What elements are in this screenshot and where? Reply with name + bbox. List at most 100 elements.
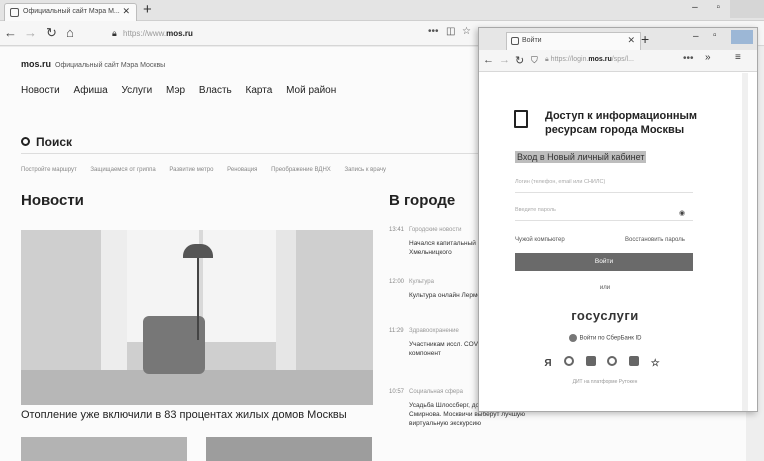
close-window-button[interactable] [730, 0, 764, 18]
google-icon[interactable] [564, 356, 575, 366]
quick-link-renovation[interactable]: Реновация [227, 167, 257, 173]
sber-label: Войти по СберБанк ID [579, 335, 642, 342]
lock-icon: 🔒︎ [112, 28, 117, 38]
odnoklassniki-icon[interactable] [607, 356, 618, 366]
hamburger-menu-icon[interactable]: ≡ [735, 52, 741, 63]
feed-category: Культура [409, 279, 434, 285]
sber-id-login-button[interactable]: Войти по СберБанк ID [479, 334, 731, 342]
photo-armchair [143, 316, 205, 374]
gosuslugi-login-button[interactable]: госуслуги [479, 308, 731, 323]
bookmark-star-icon[interactable]: ☆ [462, 26, 471, 37]
feed-category: Социальная сфера [409, 389, 463, 395]
new-tab-button[interactable]: + [143, 1, 152, 18]
reload-icon[interactable]: ↻ [46, 25, 57, 41]
news-heading: Новости [21, 192, 84, 209]
popup-scrollbar[interactable] [742, 73, 748, 411]
home-icon[interactable]: ⌂ [66, 25, 74, 40]
menu-item-mayor[interactable]: Мэр [166, 85, 185, 96]
feed-time: 13:41 [389, 227, 405, 233]
search-label: Поиск [36, 135, 73, 149]
menu-item-news[interactable]: Новости [21, 85, 60, 96]
window-controls[interactable]: – ▫ [692, 2, 728, 13]
tab-title: Официальный сайт Мэра М... [23, 8, 120, 15]
new-tab-button[interactable]: + [641, 31, 649, 47]
main-menu: Новости Афиша Услуги Мэр Власть Карта Мо… [21, 85, 347, 96]
menu-item-power[interactable]: Власть [199, 85, 232, 96]
alien-computer-checkbox[interactable]: Чужой компьютер [515, 237, 565, 243]
restore-password-link[interactable]: Восстановить пароль [625, 237, 685, 243]
quick-link-metro[interactable]: Развитие метро [169, 167, 213, 173]
quick-link-route[interactable]: Постройте маршрут [21, 167, 77, 173]
overflow-chevron-icon[interactable]: » [705, 52, 711, 63]
menu-item-services[interactable]: Услуги [121, 85, 152, 96]
forward-arrow-icon[interactable]: → [24, 25, 37, 40]
menu-item-afisha[interactable]: Афиша [74, 85, 108, 96]
photo-lamp-shade [183, 244, 213, 258]
back-arrow-icon[interactable]: ← [4, 25, 17, 40]
url-prefix: https://www. [123, 29, 167, 38]
news-caption[interactable]: Отопление уже включили в 83 процентах жи… [21, 409, 347, 421]
feed-time: 11:29 [389, 328, 404, 334]
popup-address-bar[interactable]: 🔒︎ https://login.mos.ru/sps/l... [545, 56, 634, 64]
password-placeholder: Введите пароль [515, 207, 556, 213]
login-form: Доступ к информационным ресурсам города … [479, 73, 757, 411]
tab-bar: Официальный сайт Мэра М... ✕ + – ▫ [0, 0, 764, 21]
social-login-row: Я ☆ [543, 353, 683, 371]
menu-item-my-district[interactable]: Мой район [286, 85, 336, 96]
quick-link-doctor[interactable]: Запись к врачу [344, 167, 386, 173]
quick-link-vdnh[interactable]: Преображение ВДНХ [271, 167, 331, 173]
login-title: Доступ к информационным ресурсам города … [545, 110, 698, 136]
page-actions-icon[interactable]: ••• [683, 53, 694, 64]
forward-arrow-icon[interactable]: → [499, 54, 510, 66]
popup-url-domain: mos.ru [588, 56, 612, 63]
document-icon [514, 110, 528, 128]
page-favicon-icon [10, 8, 19, 17]
site-brand[interactable]: mos.ru Официальный сайт Мэра Москвы [21, 59, 165, 69]
news-thumbnail[interactable] [206, 437, 372, 461]
close-window-button[interactable] [731, 30, 753, 44]
city-heading: В городе [389, 192, 456, 209]
quick-link-flu[interactable]: Защищаемся от гриппа [90, 167, 155, 173]
popup-url-prefix: https://login. [550, 56, 589, 63]
pocket-icon[interactable]: ◫ [446, 26, 455, 37]
popup-favicon-icon [511, 37, 519, 45]
site-logo: mos.ru [21, 59, 52, 69]
menu-item-map[interactable]: Карта [246, 85, 273, 96]
popup-url-suffix: /sps/l... [611, 56, 634, 63]
sber-icon [568, 334, 577, 342]
mail-ru-icon[interactable] [628, 356, 639, 366]
search-link[interactable]: Поиск [21, 135, 72, 149]
back-arrow-icon[interactable]: ← [483, 54, 494, 66]
login-subtitle: Вход в Новый личный кабинет [515, 151, 647, 163]
apple-icon[interactable]: ☆ [650, 359, 660, 369]
shield-icon[interactable]: ⛉ [531, 55, 538, 66]
or-separator: или [599, 285, 611, 291]
popup-tab-login[interactable]: Войти ✕ [506, 32, 641, 50]
login-button[interactable]: Войти [515, 253, 693, 271]
login-footer: ДИТ на платформе Рутокен [572, 379, 638, 385]
address-bar[interactable]: 🔒︎ https://www.mos.ru [112, 25, 412, 41]
maximize-button[interactable]: ▫ [713, 30, 717, 41]
feed-time: 12:00 [389, 279, 405, 285]
tab-mos-ru[interactable]: Официальный сайт Мэра М... ✕ [4, 3, 137, 21]
photo-lamp-stand [197, 250, 199, 340]
reload-icon[interactable]: ↻ [515, 54, 524, 67]
popup-tab-bar: Войти ✕ + – ▫ [479, 28, 757, 50]
feed-category: Городские новости [409, 227, 462, 233]
show-password-eye-icon[interactable]: ◉ [679, 209, 685, 217]
minimize-button[interactable]: – [693, 31, 699, 42]
page-actions-icon[interactable]: ••• [428, 26, 439, 37]
close-tab-icon[interactable]: ✕ [122, 6, 130, 17]
login-field[interactable]: Логин (телефон, email или СНИЛС) [515, 171, 693, 193]
url-domain: mos.ru [166, 29, 193, 38]
yandex-icon[interactable]: Я [543, 359, 553, 369]
news-photo[interactable] [21, 230, 373, 405]
login-popup-window: Войти ✕ + – ▫ ← → ↻ ⛉ 🔒︎ https://login.m… [478, 27, 758, 412]
popup-address-toolbar: ← → ↻ ⛉ 🔒︎ https://login.mos.ru/sps/l...… [479, 50, 757, 72]
news-thumbnail[interactable] [21, 437, 187, 461]
vk-icon[interactable] [585, 356, 596, 366]
password-field[interactable]: Введите пароль [515, 199, 693, 221]
close-tab-icon[interactable]: ✕ [627, 35, 635, 46]
popup-tab-title: Войти [522, 37, 542, 44]
quick-links: Постройте маршрут Защищаемся от гриппа Р… [21, 167, 398, 173]
